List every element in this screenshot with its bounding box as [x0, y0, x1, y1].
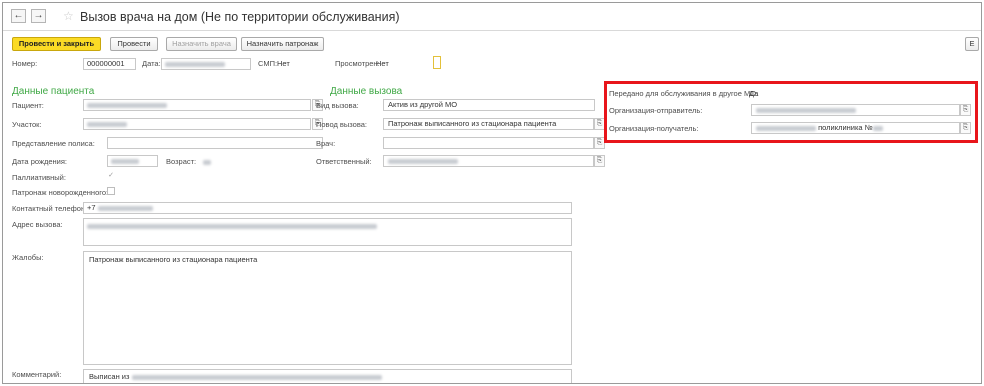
palliative-label: Паллиативный: [12, 173, 66, 182]
window-title: Вызов врача на дом (Не по территории обс… [80, 10, 400, 24]
call-type-label: Вид вызова: [316, 101, 359, 110]
number-label: Номер: [12, 59, 38, 68]
responsible-pick-icon[interactable]: ⎘ [594, 155, 605, 167]
responsible-field[interactable] [383, 155, 594, 167]
newborn-label: Патронаж новорожденного: [12, 188, 109, 197]
phone-prefix: +7 [87, 203, 96, 212]
smp-label: СМП: [258, 59, 278, 68]
district-label: Участок: [12, 120, 42, 129]
complaints-label: Жалобы: [12, 253, 44, 262]
patient-section-title: Данные пациента [12, 86, 95, 97]
district-field[interactable] [83, 118, 311, 130]
redacted-district [87, 121, 127, 127]
date-field[interactable] [161, 58, 251, 70]
doctor-field[interactable] [383, 137, 594, 149]
title-divider [3, 30, 981, 31]
doctor-label: Врач: [316, 139, 336, 148]
back-arrow-icon: ← [13, 10, 24, 21]
redacted-phone [97, 205, 153, 211]
comment-field[interactable]: Выписан из [83, 369, 572, 383]
assign-patronage-button[interactable]: Назначить патронаж [241, 37, 324, 51]
redacted-patient-name [87, 102, 167, 108]
age-value [203, 157, 211, 167]
age-label: Возраст: [166, 157, 197, 166]
call-section-title: Данные вызова [330, 86, 403, 97]
address-field[interactable] [83, 218, 572, 246]
redacted-address [87, 223, 377, 229]
assign-doctor-button[interactable]: Назначить врача [166, 37, 237, 51]
forward-arrow-icon: → [33, 10, 44, 21]
birth-date-label: Дата рождения: [12, 157, 67, 166]
patient-label: Пациент: [12, 101, 44, 110]
back-button[interactable]: ← [11, 9, 26, 23]
redacted-responsible [388, 158, 458, 164]
birth-date-field[interactable] [107, 155, 158, 167]
redacted-age [203, 159, 211, 165]
newborn-checkbox[interactable] [107, 187, 115, 195]
call-reason-label: Повод вызова: [316, 120, 367, 129]
highlight-box [604, 81, 978, 143]
policy-label: Представление полиса: [12, 139, 95, 148]
favorite-star-icon[interactable]: ☆ [63, 9, 74, 23]
date-label: Дата: [142, 59, 161, 68]
patient-field[interactable] [83, 99, 311, 111]
viewed-label: Просмотрен: [335, 59, 380, 68]
post-button[interactable]: Провести [110, 37, 158, 51]
document-window: ← → ☆ Вызов врача на дом (Не по территор… [2, 2, 982, 384]
call-type-field[interactable]: Актив из другой МО [383, 99, 595, 111]
comment-label: Комментарий: [12, 370, 62, 379]
post-and-close-button[interactable]: Провести и закрыть [12, 37, 101, 51]
complaints-field[interactable]: Патронаж выписанного из стационара пацие… [83, 251, 572, 365]
more-actions-button[interactable]: E [965, 37, 979, 51]
smp-value: Нет [277, 59, 290, 68]
phone-label: Контактный телефон: [12, 204, 88, 213]
address-label: Адрес вызова: [12, 220, 63, 229]
comment-text: Выписан из [89, 372, 130, 381]
policy-field[interactable] [107, 137, 323, 149]
phone-field[interactable]: +7 [83, 202, 572, 214]
number-field[interactable]: 000000001 [83, 58, 136, 70]
redacted-date [165, 61, 225, 67]
call-reason-field[interactable]: Патронаж выписанного из стационара пацие… [383, 118, 594, 130]
responsible-label: Ответственный: [316, 157, 372, 166]
redacted-birth-date [111, 158, 139, 164]
redacted-comment [131, 374, 382, 380]
viewed-indicator [433, 56, 441, 69]
forward-button[interactable]: → [31, 9, 46, 23]
viewed-value: Нет [376, 59, 389, 68]
palliative-checkbox[interactable]: ✓ [107, 172, 115, 180]
